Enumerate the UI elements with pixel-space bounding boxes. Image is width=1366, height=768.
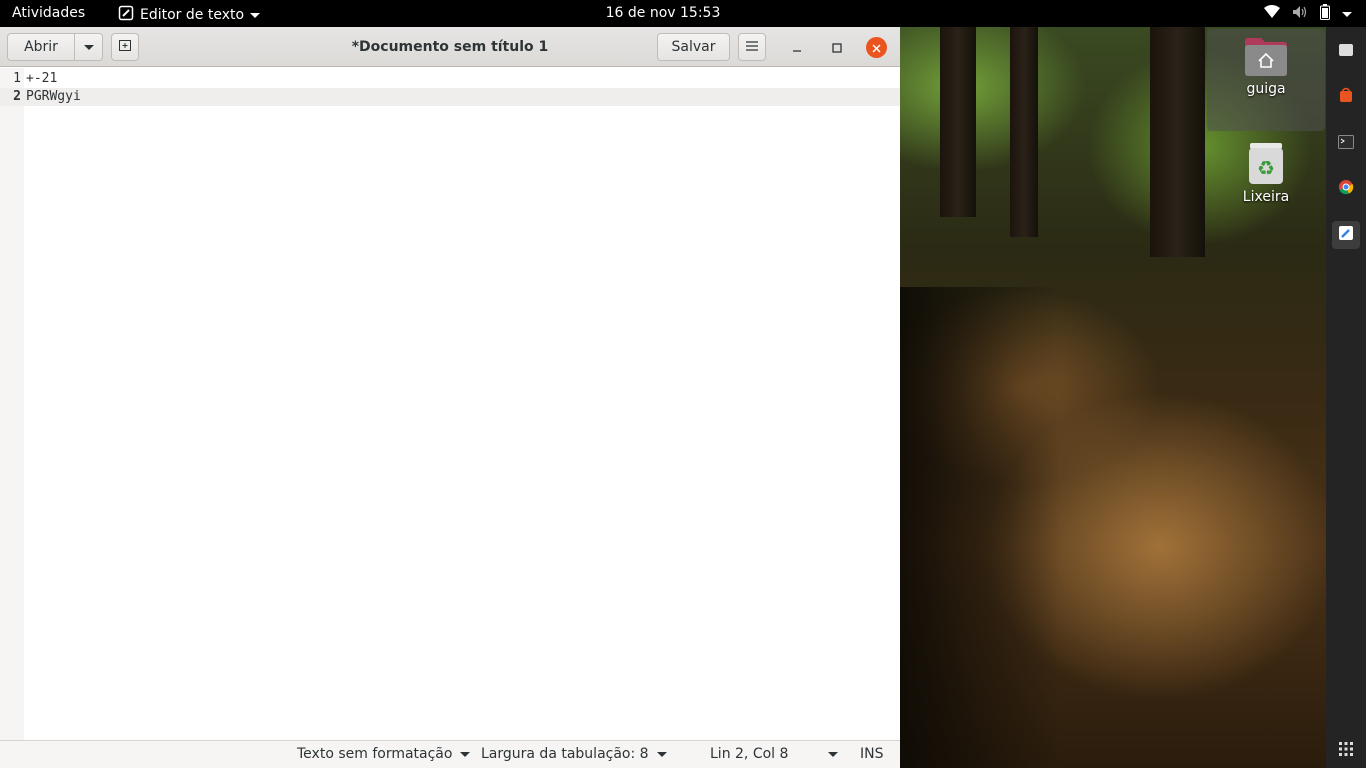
insert-mode-label: INS (860, 746, 884, 762)
dock-text-editor[interactable] (1332, 221, 1360, 249)
maximize-icon (832, 38, 842, 57)
chevron-down-icon (656, 751, 667, 757)
software-store-icon (1338, 87, 1354, 107)
tree-trunk (1150, 27, 1205, 257)
text-line[interactable]: 1 +-21 (0, 70, 900, 88)
apps-grid-icon (1339, 741, 1353, 760)
chrome-icon (1338, 179, 1354, 199)
cursor-position-selector[interactable]: Lin 2, Col 8 (710, 746, 839, 762)
dock-terminal[interactable] (1332, 129, 1360, 157)
desktop-icon-home[interactable]: guiga (1207, 29, 1325, 131)
wifi-icon (1264, 5, 1280, 23)
clock[interactable]: 16 de nov 15:53 (0, 5, 1326, 21)
svg-text:♻: ♻ (1257, 156, 1275, 180)
menu-icon (746, 39, 758, 55)
trash-icon: ♻ (1247, 141, 1285, 185)
terminal-icon (1338, 134, 1354, 153)
text-editor-window: Abrir *Documento sem título 1 Salvar 1 +… (0, 27, 900, 768)
volume-icon (1292, 5, 1308, 23)
desktop-icon-trash[interactable]: ♻ Lixeira (1207, 139, 1325, 209)
insert-mode-indicator: INS (860, 746, 884, 762)
text-editor-icon (1338, 225, 1354, 245)
dock-chrome[interactable] (1332, 175, 1360, 203)
language-selector[interactable]: Texto sem formatação (297, 746, 471, 762)
wallpaper-shadow (900, 287, 1060, 768)
chevron-down-icon (828, 751, 839, 757)
home-folder-icon (1243, 37, 1289, 77)
line-text[interactable]: PGRWgyi (26, 88, 81, 106)
save-button-label: Salvar (671, 39, 716, 55)
line-number: 2 (13, 89, 21, 104)
dock-files[interactable] (1332, 37, 1360, 65)
files-icon (1338, 42, 1354, 61)
system-tray[interactable] (1264, 4, 1352, 24)
header-bar: Abrir *Documento sem título 1 Salvar (0, 27, 900, 67)
text-line-current[interactable]: 2 PGRWgyi (0, 88, 900, 106)
text-editor-area[interactable]: 1 +-21 2 PGRWgyi (0, 68, 900, 740)
trash-label: Lixeira (1242, 189, 1290, 205)
line-number-gutter (0, 68, 24, 740)
status-bar: Texto sem formatação Largura da tabulaçã… (0, 740, 900, 768)
minimize-button[interactable] (787, 37, 807, 57)
show-applications-button[interactable] (1339, 741, 1353, 760)
tab-width-label: Largura da tabulação: 8 (481, 746, 649, 762)
minimize-icon (792, 38, 802, 57)
maximize-button[interactable] (827, 37, 847, 57)
hamburger-menu-button[interactable] (738, 33, 766, 61)
dock-software[interactable] (1332, 83, 1360, 111)
chevron-down-icon (460, 751, 471, 757)
line-number: 1 (13, 71, 21, 86)
dock (1326, 27, 1366, 768)
close-icon (872, 38, 881, 57)
save-button[interactable]: Salvar (657, 33, 730, 61)
chevron-down-icon (1342, 11, 1352, 17)
line-text[interactable]: +-21 (26, 70, 57, 88)
tree-trunk (1010, 27, 1038, 237)
language-label: Texto sem formatação (297, 746, 453, 762)
close-button[interactable] (866, 37, 887, 58)
tab-width-selector[interactable]: Largura da tabulação: 8 (481, 746, 667, 762)
battery-icon (1320, 4, 1330, 24)
cursor-position-label: Lin 2, Col 8 (710, 746, 789, 762)
home-folder-label: guiga (1246, 81, 1286, 97)
tree-trunk (940, 27, 976, 217)
top-bar: Atividades Editor de texto 16 de nov 15:… (0, 0, 1366, 27)
